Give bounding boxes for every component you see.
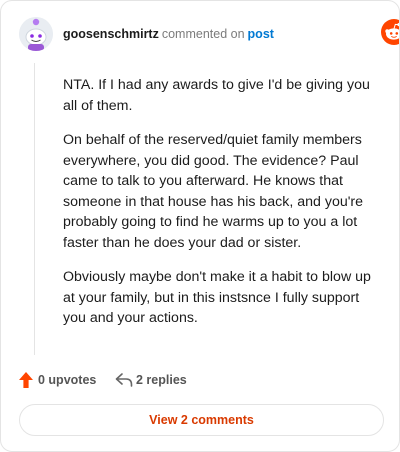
commented-on-label: commented on <box>161 27 245 41</box>
upvote-arrow-icon[interactable] <box>19 372 33 388</box>
upvote-count: 0 upvotes <box>38 373 97 387</box>
comment-byline: goosenschmirtz commented on post <box>63 27 274 41</box>
comment-card: goosenschmirtzcommented onpost reddit NT… <box>0 0 400 452</box>
post-link[interactable]: post <box>248 27 274 41</box>
username-link[interactable]: goosenschmirtz <box>63 27 159 41</box>
comment-paragraph-2: On behalf of the reserved/quiet family m… <box>63 132 364 251</box>
view-comments-button[interactable]: View 2 comments <box>19 404 384 436</box>
reply-count[interactable]: 2 replies <box>136 373 187 387</box>
comment-body: NTA. If I had any awards to give I'd be … <box>63 75 385 343</box>
thread-line <box>34 63 35 355</box>
comment-paragraph-1: NTA. If I had any awards to give I'd be … <box>63 77 370 114</box>
comment-actions: 0 upvotes 2 replies <box>19 371 379 391</box>
user-avatar[interactable] <box>19 17 53 51</box>
comment-header: goosenschmirtzcommented onpost reddit <box>19 17 399 51</box>
reply-icon[interactable] <box>115 372 133 388</box>
reddit-logo-icon <box>381 19 399 45</box>
comment-paragraph-3: Obviously maybe don't make it a habit to… <box>63 269 371 326</box>
snoo-avatar-icon <box>19 17 53 51</box>
